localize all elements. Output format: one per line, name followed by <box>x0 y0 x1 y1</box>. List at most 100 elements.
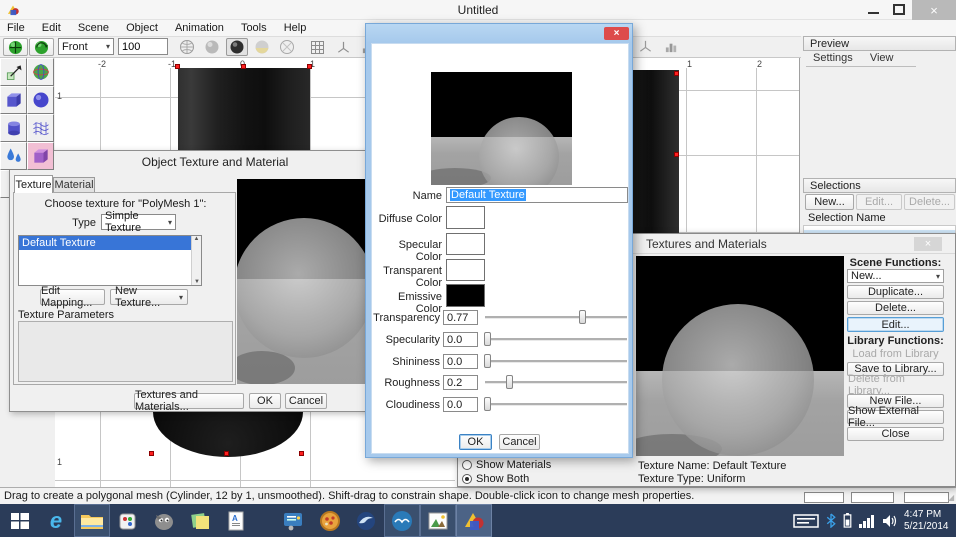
show-materials-radio[interactable]: Show Materials <box>462 459 551 471</box>
network-icon[interactable] <box>859 514 875 528</box>
cylinder-object-front[interactable] <box>178 68 310 151</box>
bluetooth-icon[interactable] <box>826 513 836 528</box>
keyboard-icon[interactable] <box>793 514 819 528</box>
drops-tool[interactable] <box>0 142 27 170</box>
status-field[interactable] <box>904 492 949 503</box>
polymesh-tool[interactable] <box>27 142 54 170</box>
transparency-slider-thumb[interactable] <box>579 310 586 324</box>
name-input[interactable]: Default Texture <box>446 187 628 203</box>
taskbar-file-explorer[interactable] <box>74 504 110 537</box>
editor-ok-button[interactable]: OK <box>459 434 492 450</box>
shininess-slider[interactable] <box>485 360 627 363</box>
specularity-slider-thumb[interactable] <box>484 332 491 346</box>
texture-list[interactable]: Default Texture ▲ ▼ <box>18 235 202 286</box>
selection-new-button[interactable]: New... <box>805 194 854 210</box>
tm-close-button[interactable]: × <box>914 237 942 251</box>
menu-object[interactable]: Object <box>119 20 165 37</box>
render-textured-button[interactable] <box>251 38 273 56</box>
roughness-slider-thumb[interactable] <box>506 375 513 389</box>
minimize-button[interactable] <box>868 12 879 14</box>
cube-tool[interactable] <box>0 86 27 114</box>
view-direction-select[interactable]: Front ▾ <box>58 38 114 55</box>
cloudiness-slider-thumb[interactable] <box>484 397 491 411</box>
cylinder-tool[interactable] <box>0 114 27 142</box>
textures-and-materials-button[interactable]: Textures and Materials... <box>134 393 244 409</box>
grid-toggle-button[interactable] <box>306 38 328 56</box>
move-view-button[interactable] <box>3 38 28 56</box>
shininess-slider-thumb[interactable] <box>484 354 491 368</box>
spline-mesh-tool[interactable] <box>27 114 54 142</box>
selection-handle[interactable] <box>175 64 180 69</box>
taskbar-image-viewer[interactable] <box>420 504 456 537</box>
start-button[interactable] <box>2 504 38 537</box>
shininess-input[interactable]: 0.0 <box>443 354 478 369</box>
selection-handle[interactable] <box>149 451 154 456</box>
editor-cancel-button[interactable]: Cancel <box>499 434 540 450</box>
tm-delete-library-button[interactable]: Delete from Library... <box>847 378 944 392</box>
tm-close-window-button[interactable]: Close <box>847 427 944 441</box>
tab-material[interactable]: Material <box>53 177 95 193</box>
menu-tools[interactable]: Tools <box>234 20 274 37</box>
cloudiness-input[interactable]: 0.0 <box>443 397 478 412</box>
texture-dialog-cancel-button[interactable]: Cancel <box>285 393 327 409</box>
taskbar-gimp[interactable] <box>146 504 182 537</box>
tm-load-library-button[interactable]: Load from Library <box>847 347 944 360</box>
zoom-input[interactable] <box>118 38 168 55</box>
maximize-button[interactable] <box>893 4 905 15</box>
specularity-slider[interactable] <box>485 338 627 341</box>
menu-animation[interactable]: Animation <box>168 20 231 37</box>
cloudiness-slider[interactable] <box>485 403 627 406</box>
menu-file[interactable]: File <box>0 20 32 37</box>
selection-handle[interactable] <box>241 64 246 69</box>
editor-titlebar[interactable]: × <box>366 24 632 43</box>
taskbar-internet-explorer[interactable]: e <box>38 504 74 537</box>
selection-handle[interactable] <box>224 451 229 456</box>
taskbar-wordpad[interactable]: A <box>218 504 254 537</box>
status-field[interactable] <box>851 492 894 503</box>
emissive-color-swatch[interactable] <box>446 284 485 307</box>
volume-icon[interactable] <box>882 514 897 528</box>
selection-edit-button[interactable]: Edit... <box>856 194 902 210</box>
taskbar-art-of-illusion[interactable] <box>456 504 492 537</box>
tm-edit-button[interactable]: Edit... <box>847 317 944 332</box>
render-smooth-button[interactable] <box>201 38 223 56</box>
render-transparent-button[interactable] <box>276 38 298 56</box>
taskbar-bird[interactable] <box>348 504 384 537</box>
taskbar-pizza[interactable] <box>312 504 348 537</box>
menu-scene[interactable]: Scene <box>71 20 116 37</box>
selection-handle[interactable] <box>674 152 679 157</box>
show-both-radio[interactable]: Show Both <box>462 473 529 485</box>
tab-texture[interactable]: Texture <box>14 175 53 193</box>
sphere-tool[interactable] <box>27 86 54 114</box>
render-shaded-button[interactable] <box>226 38 248 56</box>
tm-new-select[interactable]: New... ▾ <box>847 269 944 283</box>
move-tool[interactable] <box>0 58 27 86</box>
taskbar-openoffice[interactable] <box>384 504 420 537</box>
render-wireframe-button[interactable] <box>176 38 198 56</box>
specular-color-swatch[interactable] <box>446 233 485 255</box>
cylinder-object-side[interactable] <box>633 70 679 233</box>
rotate-tool[interactable] <box>27 58 54 86</box>
tm-show-external-button[interactable]: Show External File... <box>847 410 944 424</box>
selection-handle[interactable] <box>674 71 679 76</box>
resize-grip[interactable]: ◢ <box>948 493 954 502</box>
diffuse-color-swatch[interactable] <box>446 206 485 229</box>
scroll-down-icon[interactable]: ▼ <box>192 279 202 285</box>
selection-delete-button[interactable]: Delete... <box>904 194 955 210</box>
rotate-view-button[interactable] <box>29 38 54 56</box>
menu-help[interactable]: Help <box>277 20 314 37</box>
texture-list-scrollbar[interactable]: ▲ ▼ <box>191 236 201 285</box>
scroll-up-icon[interactable]: ▲ <box>192 236 201 242</box>
close-button[interactable]: × <box>912 0 956 20</box>
selection-handle[interactable] <box>307 64 312 69</box>
selection-handle[interactable] <box>299 451 304 456</box>
editor-close-button[interactable]: × <box>604 27 629 40</box>
taskbar-dice[interactable] <box>110 504 146 537</box>
texture-dialog-ok-button[interactable]: OK <box>249 393 281 409</box>
taskbar-sticky-notes[interactable] <box>182 504 218 537</box>
taskbar-display-settings[interactable] <box>276 504 312 537</box>
transparent-color-swatch[interactable] <box>446 259 485 281</box>
texture-type-select[interactable]: Simple Texture ▾ <box>101 214 176 230</box>
transparency-input[interactable]: 0.77 <box>443 310 478 325</box>
axes-toggle-button[interactable] <box>332 38 354 56</box>
